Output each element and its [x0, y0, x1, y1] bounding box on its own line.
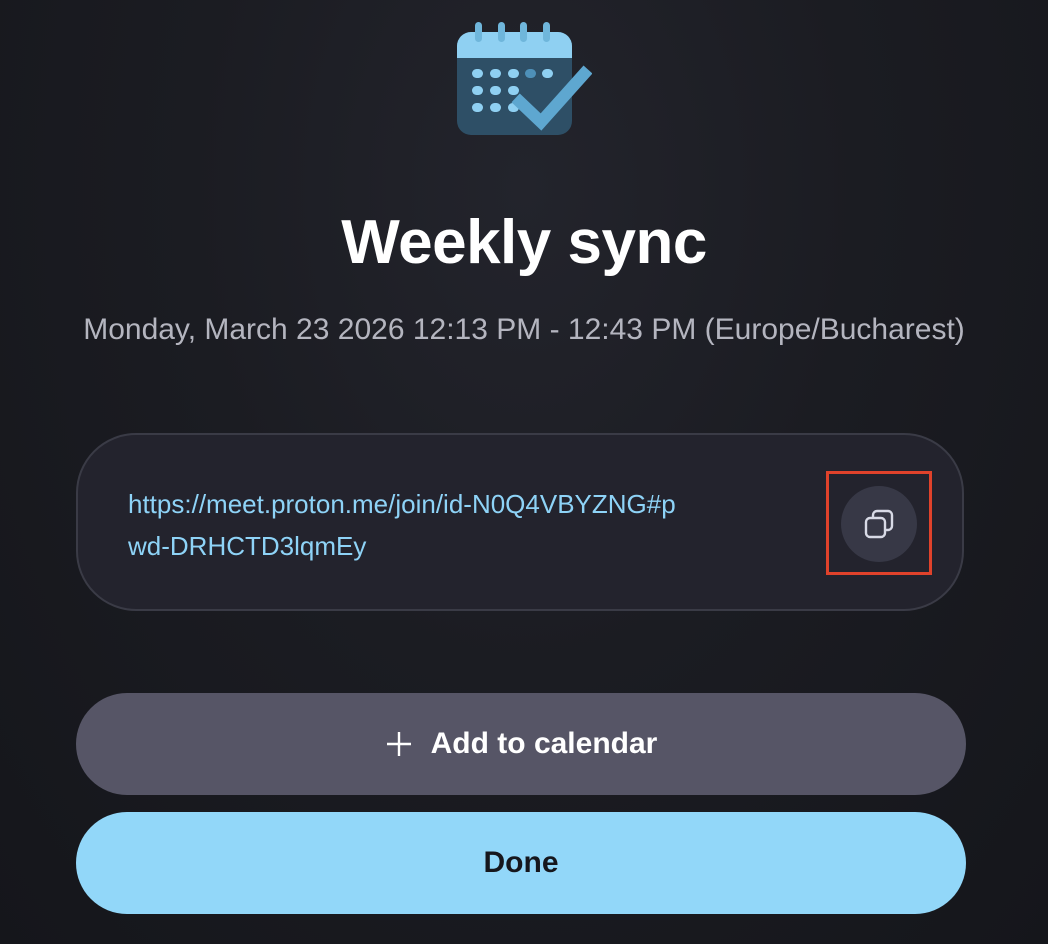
done-button[interactable]: Done — [76, 812, 966, 914]
add-to-calendar-label: Add to calendar — [430, 727, 658, 760]
add-to-calendar-button[interactable]: Add to calendar — [76, 693, 966, 795]
copy-highlight-frame — [826, 471, 932, 575]
meeting-datetime: Monday, March 23 2026 12:13 PM - 12:43 P… — [83, 313, 965, 346]
meeting-link[interactable]: https://meet.proton.me/join/id-N0Q4VBYZN… — [128, 483, 688, 567]
copy-link-button[interactable] — [841, 486, 917, 562]
done-label: Done — [483, 846, 559, 879]
plus-icon — [386, 732, 411, 756]
meeting-link-card: https://meet.proton.me/join/id-N0Q4VBYZN… — [76, 433, 964, 611]
calendar-check-icon — [457, 22, 592, 135]
copy-icon — [864, 509, 894, 539]
meeting-title: Weekly sync — [341, 208, 707, 277]
